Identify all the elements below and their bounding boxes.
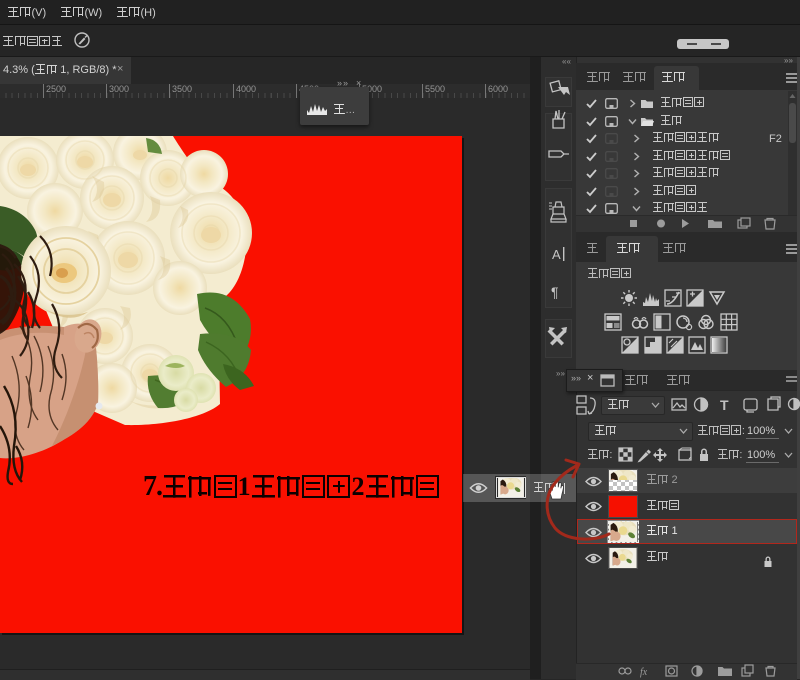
svg-text:A: A	[552, 247, 561, 262]
svg-text:fx: fx	[640, 667, 648, 678]
svg-text:T: T	[720, 397, 729, 413]
svg-text:¶: ¶	[551, 284, 559, 300]
